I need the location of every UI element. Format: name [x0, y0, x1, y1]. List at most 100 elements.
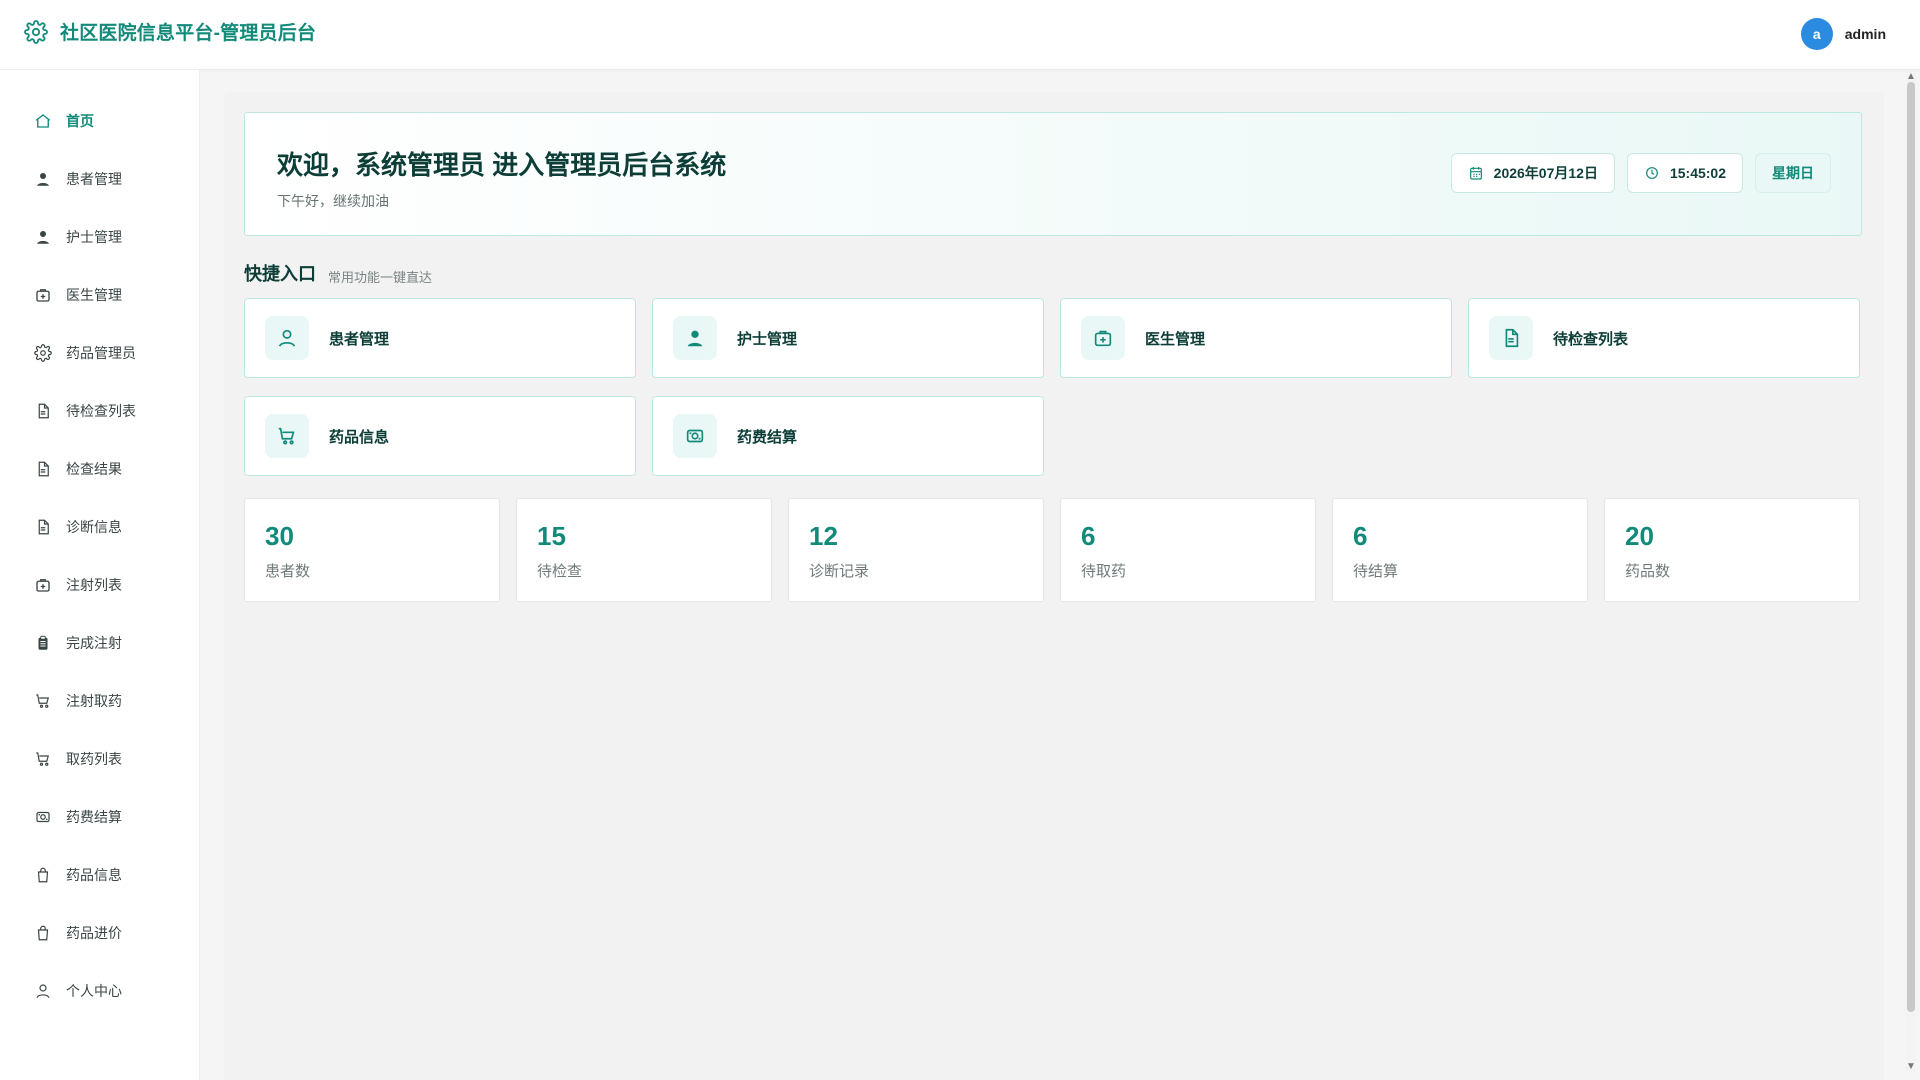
- top-header: 社区医院信息平台-管理员后台 a admin: [0, 0, 1920, 70]
- user-menu[interactable]: a admin: [1800, 18, 1886, 50]
- stats-row: 30 患者数 15 待检查 12 诊断记录 6 待取药 6 待结算 20 药品数: [244, 498, 1862, 602]
- sidebar-item-finished-injections[interactable]: 完成注射: [0, 614, 199, 672]
- sidebar-item-billing[interactable]: 药费结算: [0, 788, 199, 846]
- sidebar-item-label: 医生管理: [66, 287, 122, 303]
- user-icon: [34, 228, 52, 246]
- sidebar-item-home[interactable]: 首页: [0, 92, 199, 150]
- medkit-icon: [34, 286, 52, 304]
- medkit-icon: [1081, 316, 1125, 360]
- quick-card-drug-info[interactable]: 药品信息: [244, 396, 636, 476]
- sidebar-item-label: 取药列表: [66, 751, 122, 767]
- quick-card-billing[interactable]: 药费结算: [652, 396, 1044, 476]
- gear-icon: [34, 344, 52, 362]
- avatar[interactable]: a: [1800, 18, 1833, 50]
- quick-card-pending-exams[interactable]: 待检查列表: [1468, 298, 1860, 378]
- date-text: 2026年07月12日: [1493, 165, 1598, 181]
- sidebar: 首页 患者管理 护士管理 医生管理 药品管理员 待检查列表 检查结果 诊断信息 …: [0, 70, 200, 1080]
- bag-icon: [34, 924, 52, 942]
- time-text: 15:45:02: [1669, 165, 1726, 181]
- sidebar-item-pharmacy-admin[interactable]: 药品管理员: [0, 324, 199, 382]
- stat-value: 6: [1353, 521, 1368, 551]
- sidebar-item-label: 护士管理: [66, 229, 122, 245]
- stat-card-pending-billing: 6 待结算: [1332, 498, 1588, 602]
- stat-card-pending-exams: 15 待检查: [516, 498, 772, 602]
- sidebar-item-label: 完成注射: [66, 635, 122, 651]
- sidebar-item-drug-price[interactable]: 药品进价: [0, 904, 199, 962]
- stat-label: 待结算: [1353, 563, 1399, 580]
- stat-value: 15: [537, 521, 566, 551]
- sidebar-item-label: 注射列表: [66, 577, 122, 593]
- sidebar-item-pending-exams[interactable]: 待检查列表: [0, 382, 199, 440]
- quick-entry-subtitle: 常用功能一键直达: [328, 270, 433, 285]
- user-icon: [673, 316, 717, 360]
- clock-icon: [1644, 165, 1660, 181]
- sidebar-item-label: 检查结果: [66, 461, 122, 477]
- stat-value: 12: [809, 521, 838, 551]
- money-icon: [673, 414, 717, 458]
- scroll-down-arrow-icon[interactable]: ▼: [1906, 1062, 1916, 1072]
- sidebar-item-patients[interactable]: 患者管理: [0, 150, 199, 208]
- sidebar-item-label: 诊断信息: [66, 519, 122, 535]
- sidebar-item-drug-info[interactable]: 药品信息: [0, 846, 199, 904]
- brand[interactable]: 社区医院信息平台-管理员后台: [24, 18, 316, 45]
- user-outline-icon: [34, 982, 52, 1000]
- stat-label: 患者数: [265, 563, 311, 580]
- document-icon: [34, 460, 52, 478]
- quick-card-label: 护士管理: [737, 330, 798, 348]
- stat-value: 6: [1081, 521, 1096, 551]
- stat-label: 药品数: [1625, 563, 1671, 580]
- quick-card-label: 待检查列表: [1553, 330, 1629, 348]
- quick-card-label: 患者管理: [329, 330, 390, 348]
- document-icon: [1489, 316, 1533, 360]
- sidebar-item-injections[interactable]: 注射列表: [0, 556, 199, 614]
- sidebar-item-label: 注射取药: [66, 693, 122, 709]
- username[interactable]: admin: [1845, 26, 1886, 42]
- scroll-up-arrow-icon[interactable]: ▲: [1906, 72, 1916, 82]
- sidebar-item-exam-results[interactable]: 检查结果: [0, 440, 199, 498]
- money-icon: [34, 808, 52, 826]
- sidebar-item-pickup-list[interactable]: 取药列表: [0, 730, 199, 788]
- sidebar-item-label: 首页: [66, 113, 94, 129]
- stat-label: 待检查: [537, 563, 583, 580]
- vertical-scrollbar[interactable]: ▲ ▼: [1906, 72, 1916, 1072]
- home-icon: [34, 112, 52, 130]
- cart-icon: [34, 692, 52, 710]
- sidebar-item-profile[interactable]: 个人中心: [0, 962, 199, 1020]
- date-chip: 2026年07月12日: [1450, 153, 1615, 193]
- weekday-chip: 星期日: [1755, 153, 1831, 193]
- sidebar-item-nurses[interactable]: 护士管理: [0, 208, 199, 266]
- sidebar-item-doctors[interactable]: 医生管理: [0, 266, 199, 324]
- sidebar-item-label: 药费结算: [66, 809, 122, 825]
- calendar-icon: [1468, 165, 1484, 181]
- sidebar-item-label: 个人中心: [66, 983, 122, 999]
- quick-entry-title: 快捷入口: [244, 264, 316, 284]
- welcome-subtitle: 下午好，继续加油: [277, 193, 389, 209]
- weekday-text: 星期日: [1772, 165, 1814, 181]
- sidebar-item-label: 药品信息: [66, 867, 122, 883]
- quick-card-nurses[interactable]: 护士管理: [652, 298, 1044, 378]
- stat-card-pending-pickup: 6 待取药: [1060, 498, 1316, 602]
- sidebar-item-diagnosis[interactable]: 诊断信息: [0, 498, 199, 556]
- sidebar-item-label: 药品管理员: [66, 345, 136, 361]
- datetime-chips: 2026年07月12日 15:45:02 星期日: [1450, 153, 1831, 193]
- quick-card-patients[interactable]: 患者管理: [244, 298, 636, 378]
- stat-card-diagnosis-records: 12 诊断记录: [788, 498, 1044, 602]
- quick-card-label: 药品信息: [329, 428, 390, 446]
- quick-card-doctors[interactable]: 医生管理: [1060, 298, 1452, 378]
- main-content: 欢迎，系统管理员 进入管理员后台系统 下午好，继续加油 2026年07月12日 …: [224, 92, 1884, 1080]
- quick-entry-header: 快捷入口 常用功能一键直达: [244, 260, 432, 286]
- stat-card-drugs: 20 药品数: [1604, 498, 1860, 602]
- time-chip: 15:45:02: [1626, 153, 1743, 193]
- document-icon: [34, 402, 52, 420]
- medkit-icon: [34, 576, 52, 594]
- scroll-thumb[interactable]: [1907, 82, 1915, 1012]
- gear-icon: [24, 19, 48, 44]
- sidebar-item-label: 待检查列表: [66, 403, 136, 419]
- stat-label: 待取药: [1081, 563, 1127, 580]
- sidebar-item-injection-pickup[interactable]: 注射取药: [0, 672, 199, 730]
- welcome-banner: 欢迎，系统管理员 进入管理员后台系统 下午好，继续加油 2026年07月12日 …: [244, 112, 1862, 236]
- sidebar-item-label: 药品进价: [66, 925, 122, 941]
- stat-value: 20: [1625, 521, 1654, 551]
- app-title: 社区医院信息平台-管理员后台: [60, 23, 317, 44]
- clipboard-icon: [34, 634, 52, 652]
